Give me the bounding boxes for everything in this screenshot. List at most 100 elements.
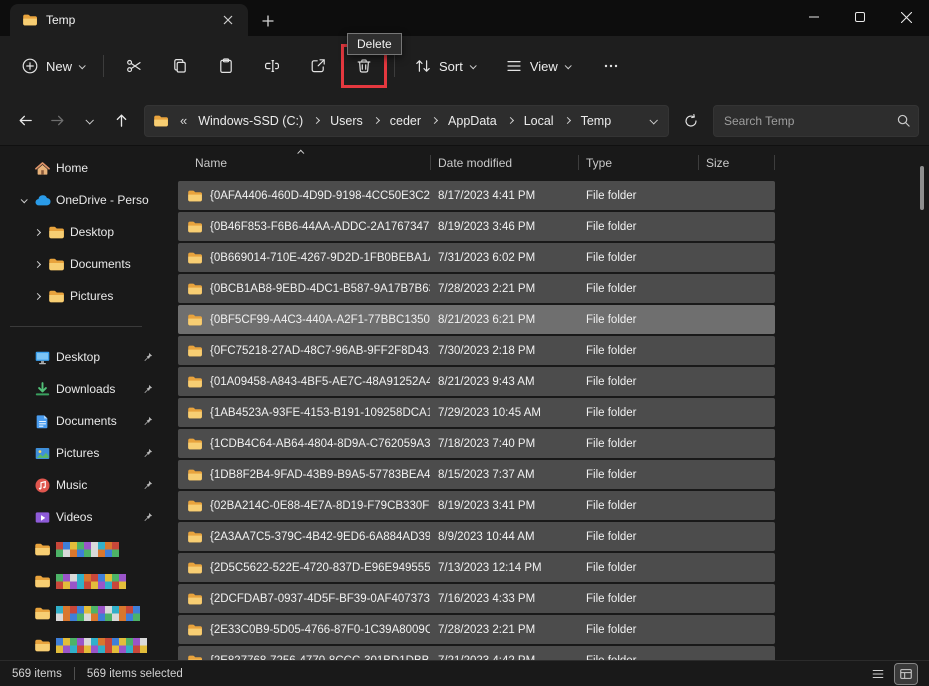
recent-locations-button[interactable] xyxy=(74,106,104,136)
sidebar-item-desktop[interactable]: Desktop xyxy=(6,216,162,248)
breadcrumb-chevron-icon[interactable] xyxy=(369,118,384,123)
collapsed-crumbs-marker[interactable]: « xyxy=(180,113,187,128)
file-row[interactable]: {0FC75218-27AD-48C7-96AB-9FF2F8D43...7/3… xyxy=(178,336,775,365)
new-tab-button[interactable] xyxy=(256,9,280,33)
home-icon xyxy=(34,160,56,177)
file-row[interactable]: {0BF5CF99-A4C3-440A-A2F1-77BBC1350...8/2… xyxy=(178,305,775,334)
videos-icon xyxy=(34,509,56,526)
up-button[interactable] xyxy=(106,106,136,136)
chevron-right-icon[interactable] xyxy=(26,230,48,235)
items-count: 569 items xyxy=(12,668,62,680)
file-row[interactable]: {1AB4523A-93FE-4153-B191-109258DCA1...7/… xyxy=(178,398,775,427)
breadcrumb-chevron-icon[interactable] xyxy=(427,118,442,123)
refresh-button[interactable] xyxy=(675,106,707,136)
file-type: File folder xyxy=(578,190,698,202)
breadcrumb-item-users[interactable]: Users xyxy=(324,111,369,131)
sidebar-item-redacted-folder[interactable] xyxy=(6,565,162,597)
column-header-name[interactable]: Name xyxy=(178,156,430,170)
search-icon xyxy=(896,113,911,131)
more-options-button[interactable] xyxy=(591,48,631,84)
forward-button[interactable] xyxy=(42,106,72,136)
maximize-button[interactable] xyxy=(837,0,883,34)
file-row[interactable]: {0B46F853-F6B6-44AA-ADDC-2A1767347...8/1… xyxy=(178,212,775,241)
breadcrumb-chevron-icon[interactable] xyxy=(560,118,575,123)
breadcrumb-item-ceder[interactable]: ceder xyxy=(384,111,427,131)
sidebar-item-redacted-folder[interactable] xyxy=(6,597,162,629)
chevron-down-icon[interactable] xyxy=(12,198,34,203)
column-header-size[interactable]: Size xyxy=(698,156,775,170)
file-row[interactable]: {2DCFDAB7-0937-4D5F-BF39-0AF407373...7/1… xyxy=(178,584,775,613)
column-divider[interactable] xyxy=(430,155,431,170)
column-header-type[interactable]: Type xyxy=(578,156,698,170)
breadcrumb-item-local[interactable]: Local xyxy=(518,111,560,131)
redacted-pixel xyxy=(105,638,112,653)
file-row[interactable]: {2E827768-7256-4770-8CCC-301BD1DBB4...7/… xyxy=(178,646,775,660)
breadcrumb-item-appdata[interactable]: AppData xyxy=(442,111,503,131)
sidebar-item-home[interactable]: Home xyxy=(6,152,162,184)
tab-title: Temp xyxy=(46,13,208,27)
file-pane: Name Date modified Type Size {0AFA4406-4… xyxy=(168,146,929,660)
sidebar-item-videos-pinned[interactable]: Videos xyxy=(6,501,162,533)
column-divider[interactable] xyxy=(578,155,579,170)
cut-button[interactable] xyxy=(114,48,154,84)
tab-close-icon[interactable] xyxy=(216,8,240,32)
breadcrumb-item-windows-ssd-c[interactable]: Windows-SSD (C:) xyxy=(192,111,309,131)
details-view-toggle[interactable] xyxy=(895,664,917,684)
file-row[interactable]: {0BCB1AB8-9EBD-4DC1-B587-9A17B7B63...7/2… xyxy=(178,274,775,303)
chevron-down-icon xyxy=(470,62,477,69)
file-row[interactable]: {1DB8F2B4-9FAD-43B9-B9A5-57783BEA4...8/1… xyxy=(178,460,775,489)
sidebar-item-onedrive-perso[interactable]: OneDrive - Perso xyxy=(6,184,162,216)
sidebar-item-music-pinned[interactable]: Music xyxy=(6,469,162,501)
file-row[interactable]: {1CDB4C64-AB64-4804-8D9A-C762059A3...7/1… xyxy=(178,429,775,458)
selected-count: 569 items selected xyxy=(87,668,183,680)
file-type: File folder xyxy=(578,438,698,450)
search-input[interactable] xyxy=(713,105,919,137)
sidebar-item-pictures[interactable]: Pictures xyxy=(6,280,162,312)
chevron-right-icon[interactable] xyxy=(26,262,48,267)
sidebar-item-label: OneDrive - Perso xyxy=(56,193,149,207)
trash-icon xyxy=(355,57,373,75)
back-button[interactable] xyxy=(10,106,40,136)
column-header-date-modified[interactable]: Date modified xyxy=(430,156,578,170)
file-row[interactable]: {0AFA4406-460D-4D9D-9198-4CC50E3C2...8/1… xyxy=(178,181,775,210)
breadcrumb[interactable]: « Windows-SSD (C:) Users ceder AppData Local… xyxy=(144,105,669,137)
list-view-toggle[interactable] xyxy=(867,664,889,684)
sort-button[interactable]: Sort xyxy=(405,48,484,84)
sidebar-item-desktop-pinned[interactable]: Desktop xyxy=(6,341,162,373)
close-button[interactable] xyxy=(883,0,929,34)
chevron-right-icon[interactable] xyxy=(26,294,48,299)
copy-button[interactable] xyxy=(160,48,200,84)
file-row[interactable]: {2A3AA7C5-379C-4B42-9ED6-6A884AD39...8/9… xyxy=(178,522,775,551)
sidebar-item-downloads-pinned[interactable]: Downloads xyxy=(6,373,162,405)
file-row[interactable]: {2D5C5622-522E-4720-837D-E96E949555...7/… xyxy=(178,553,775,582)
breadcrumb-item-temp[interactable]: Temp xyxy=(575,111,618,131)
file-row[interactable]: {02BA214C-0E88-4E7A-8D19-F79CB330FB...8/… xyxy=(178,491,775,520)
sidebar-item-pictures-pinned[interactable]: Pictures xyxy=(6,437,162,469)
share-button[interactable] xyxy=(298,48,338,84)
breadcrumb-chevron-icon[interactable] xyxy=(309,118,324,123)
paste-button[interactable] xyxy=(206,48,246,84)
sidebar-item-documents-pinned[interactable]: Documents xyxy=(6,405,162,437)
file-row[interactable]: {0B669014-710E-4267-9D2D-1FB0BEBA1A...7/… xyxy=(178,243,775,272)
file-row[interactable]: {01A09458-A843-4BF5-AE7C-48A91252A4...8/… xyxy=(178,367,775,396)
file-type: File folder xyxy=(578,624,698,636)
new-button[interactable]: New xyxy=(12,48,93,84)
address-dropdown-button[interactable] xyxy=(646,118,660,124)
breadcrumb-chevron-icon[interactable] xyxy=(503,118,518,123)
vertical-scrollbar-thumb[interactable] xyxy=(920,166,924,210)
pin-icon xyxy=(142,383,154,395)
file-name-cell: {01A09458-A843-4BF5-AE7C-48A91252A4... xyxy=(178,374,430,390)
rename-button[interactable] xyxy=(252,48,292,84)
tab-temp[interactable]: Temp xyxy=(10,4,248,36)
folder-icon xyxy=(34,541,56,558)
redacted-pixel xyxy=(119,574,126,589)
sidebar-item-redacted-folder[interactable] xyxy=(6,533,162,565)
column-divider[interactable] xyxy=(698,155,699,170)
view-button[interactable]: View xyxy=(496,48,579,84)
file-row[interactable]: {2E33C0B9-5D05-4766-87F0-1C39A8009C...7/… xyxy=(178,615,775,644)
sidebar-item-redacted-folder[interactable] xyxy=(6,629,162,660)
sidebar-item-documents[interactable]: Documents xyxy=(6,248,162,280)
minimize-button[interactable] xyxy=(791,0,837,34)
file-name-cell: {0B46F853-F6B6-44AA-ADDC-2A1767347... xyxy=(178,219,430,235)
column-divider[interactable] xyxy=(774,155,775,170)
